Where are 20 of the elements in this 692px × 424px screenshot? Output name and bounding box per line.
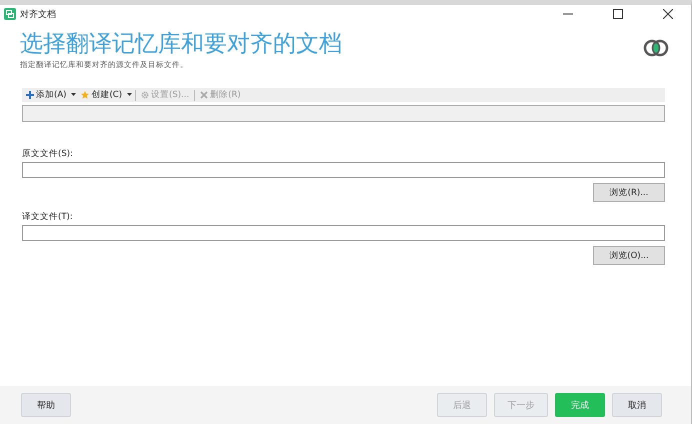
star-icon	[81, 91, 90, 99]
field-label: 原文文件(S):	[22, 148, 74, 160]
toolbar-button[interactable]: 添加(A)	[24, 89, 68, 101]
field-label: 译文文件(T):	[22, 211, 74, 223]
footer-button[interactable]: 取消	[612, 393, 662, 417]
close-icon	[200, 91, 208, 99]
caret-icon[interactable]	[71, 93, 76, 97]
caret-icon[interactable]	[127, 93, 132, 97]
page-heading: 选择翻译记忆库和要对齐的文档	[20, 30, 343, 59]
help-button[interactable]: 帮助	[21, 393, 71, 417]
gear-icon	[141, 91, 150, 99]
maximize-icon[interactable]	[613, 9, 623, 19]
browse-button[interactable]: 浏览(R)...	[593, 183, 665, 202]
plus-icon	[26, 91, 34, 99]
app-icon	[4, 8, 16, 20]
close-icon[interactable]	[663, 9, 673, 19]
browse-button[interactable]: 浏览(O)...	[593, 246, 665, 265]
toolbar-button[interactable]: 创建(C)	[79, 89, 124, 101]
linked-rings-icon	[643, 39, 669, 57]
window-title: 对齐文档	[20, 8, 57, 20]
